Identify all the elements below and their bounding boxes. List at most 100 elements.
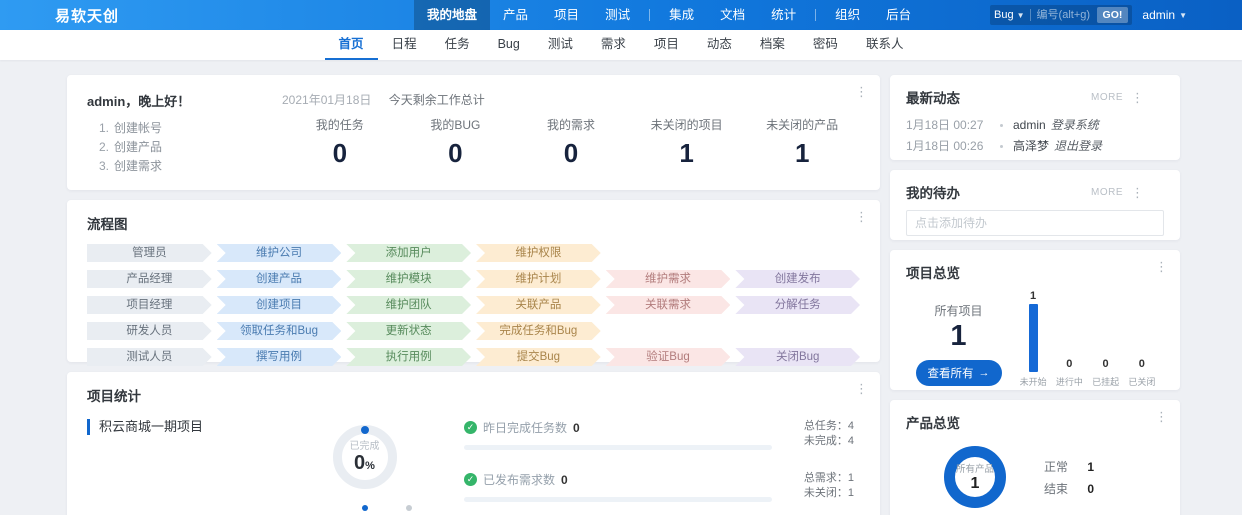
flow-chip[interactable]: 维护计划 <box>476 270 601 288</box>
news-item[interactable]: 1月18日 00:27 admin 登录系统 <box>906 115 1164 136</box>
arrow-right-icon: → <box>978 367 990 379</box>
main-nav: 我的地盘 产品 项目 测试 集成 文档 统计 组织 后台 <box>414 0 924 30</box>
more-link[interactable]: MORE <box>1091 92 1123 103</box>
flow-chip[interactable]: 领取任务和Bug <box>217 322 342 340</box>
kebab-menu-icon[interactable]: ⋮ <box>1155 410 1168 423</box>
subnav-item-task[interactable]: 任务 <box>431 30 484 60</box>
flow-chip[interactable]: 执行用例 <box>346 348 471 366</box>
flow-chip[interactable]: 维护公司 <box>217 244 342 262</box>
search-go-button[interactable]: GO! <box>1096 7 1129 23</box>
news-item[interactable]: 1月18日 00:26 高泽梦 退出登录 <box>906 136 1164 157</box>
legend-consumed: 消耗 <box>355 505 375 515</box>
nav-item-my-zone[interactable]: 我的地盘 <box>414 0 491 30</box>
flow-chip[interactable]: 测试人员 <box>87 348 212 366</box>
flow-chip[interactable]: 项目经理 <box>87 296 212 314</box>
nav-item-doc[interactable]: 文档 <box>707 0 758 30</box>
flow-row-admin: 管理员 维护公司 添加用户 维护权限 <box>87 244 860 262</box>
summary-stats-row: 我的任务 0 我的BUG 0 我的需求 0 未关闭的项目 1 未关闭的产品 1 <box>282 116 860 169</box>
kebab-menu-icon[interactable]: ⋮ <box>855 210 868 223</box>
check-circle-icon: ✓ <box>464 473 477 486</box>
kebab-menu-icon[interactable]: ⋮ <box>1155 260 1168 273</box>
nav-divider <box>815 9 817 21</box>
my-todo-title: 我的待办 <box>906 186 960 201</box>
flow-spacer <box>735 244 860 262</box>
subnav-item-project[interactable]: 项目 <box>640 30 693 60</box>
flow-chip[interactable]: 关闭Bug <box>735 348 860 366</box>
my-todo-card: 我的待办 MORE ⋮ <box>890 170 1180 240</box>
kebab-menu-icon[interactable]: ⋮ <box>855 85 868 98</box>
nav-item-admin[interactable]: 后台 <box>873 0 924 30</box>
nav-item-organization[interactable]: 组织 <box>822 0 873 30</box>
subnav-item-contacts[interactable]: 联系人 <box>852 30 918 60</box>
nav-item-project[interactable]: 项目 <box>541 0 592 30</box>
kebab-menu-icon[interactable]: ⋮ <box>855 382 868 395</box>
flow-chip[interactable]: 分解任务 <box>735 296 860 314</box>
navbar-right: Bug ▼ GO! admin ▼ <box>990 5 1187 25</box>
bar-doing: 0 进行中 <box>1055 358 1083 387</box>
search-type-label: Bug <box>994 9 1014 21</box>
nav-item-product[interactable]: 产品 <box>490 0 541 30</box>
bar-wait: 1 未开始 <box>1019 290 1047 387</box>
subnav-item-calendar[interactable]: 日程 <box>378 30 431 60</box>
progress-bar <box>464 445 772 450</box>
onboarding-step-create-account[interactable]: 1. 创建帐号 <box>87 119 282 138</box>
main-content: ⋮ admin，晚上好！ 1. 创建帐号 2. 创建产品 3. 创建需求 2021 <box>0 60 1242 515</box>
flow-chip[interactable]: 产品经理 <box>87 270 212 288</box>
flow-chip[interactable]: 关联需求 <box>606 296 731 314</box>
flow-chip[interactable]: 创建发布 <box>735 270 860 288</box>
nav-item-integration[interactable]: 集成 <box>656 0 707 30</box>
greeting-text: admin，晚上好！ <box>87 94 191 109</box>
flow-chip[interactable]: 维护模块 <box>346 270 471 288</box>
stat-my-tasks: 我的任务 0 <box>315 118 364 168</box>
user-menu[interactable]: admin ▼ <box>1142 8 1187 22</box>
app-logo[interactable]: 易软天创 <box>55 5 119 26</box>
add-todo-input[interactable] <box>906 210 1164 236</box>
donut-legend: 预计 消耗 剩余 <box>311 505 419 515</box>
project-name-link[interactable]: 积云商城一期项目 <box>87 419 277 435</box>
right-column: 最新动态 MORE ⋮ 1月18日 00:27 admin 登录系统 1月18日… <box>890 75 1180 515</box>
flow-chip[interactable]: 添加用户 <box>346 244 471 262</box>
legend-dot-blue <box>361 505 368 511</box>
subnav-item-profile[interactable]: 档案 <box>746 30 799 60</box>
top-navbar: 易软天创 我的地盘 产品 项目 测试 集成 文档 统计 组织 后台 Bug ▼ … <box>0 0 1242 30</box>
subnav-item-bug[interactable]: Bug <box>484 30 534 60</box>
flow-chip[interactable]: 维护需求 <box>606 270 731 288</box>
subnav-item-dynamic[interactable]: 动态 <box>693 30 746 60</box>
nav-item-report[interactable]: 统计 <box>758 0 809 30</box>
onboarding-step-create-story[interactable]: 3. 创建需求 <box>87 157 282 176</box>
subnav-item-home[interactable]: 首页 <box>324 30 378 60</box>
flow-chip[interactable]: 撰写用例 <box>217 348 342 366</box>
search-type-select[interactable]: Bug ▼ <box>994 9 1025 21</box>
flow-chip[interactable]: 创建产品 <box>217 270 342 288</box>
kebab-menu-icon[interactable]: ⋮ <box>1131 186 1144 199</box>
current-date: 2021年01月18日 <box>282 93 372 107</box>
more-link[interactable]: MORE <box>1091 187 1123 198</box>
flow-chip[interactable]: 完成任务和Bug <box>476 322 601 340</box>
flowchart-card: ⋮ 流程图 管理员 维护公司 添加用户 维护权限 产品经理 创建产品 维护模块 <box>67 200 880 362</box>
flow-chip[interactable]: 管理员 <box>87 244 212 262</box>
flow-chip[interactable]: 更新状态 <box>346 322 471 340</box>
check-circle-icon: ✓ <box>464 421 477 434</box>
welcome-right: 2021年01月18日 今天剩余工作总计 我的任务 0 我的BUG 0 我的需求… <box>282 91 860 174</box>
subnav-item-password[interactable]: 密码 <box>799 30 852 60</box>
kebab-menu-icon[interactable]: ⋮ <box>1131 91 1144 104</box>
nav-item-test[interactable]: 测试 <box>592 0 643 30</box>
flow-chip[interactable]: 关联产品 <box>476 296 601 314</box>
flow-chip[interactable]: 维护团队 <box>346 296 471 314</box>
view-all-button[interactable]: 查看所有 → <box>915 360 1002 386</box>
flow-chip[interactable]: 创建项目 <box>217 296 342 314</box>
latest-dynamics-title: 最新动态 <box>906 91 960 106</box>
global-search: Bug ▼ GO! <box>990 5 1133 25</box>
product-donut-chart: 所有产品 1 <box>944 446 1006 508</box>
flow-chip[interactable]: 验证Bug <box>606 348 731 366</box>
flow-chip[interactable]: 提交Bug <box>476 348 601 366</box>
subnav-item-story[interactable]: 需求 <box>587 30 640 60</box>
onboarding-step-create-product[interactable]: 2. 创建产品 <box>87 138 282 157</box>
product-overview-title: 产品总览 <box>906 416 960 431</box>
caret-down-icon: ▼ <box>1016 10 1025 20</box>
flow-chip[interactable]: 维护权限 <box>476 244 601 262</box>
flow-chip[interactable]: 研发人员 <box>87 322 212 340</box>
search-input[interactable] <box>1029 9 1092 21</box>
sub-navbar: 首页 日程 任务 Bug 测试 需求 项目 动态 档案 密码 联系人 <box>0 30 1242 60</box>
subnav-item-test[interactable]: 测试 <box>534 30 587 60</box>
